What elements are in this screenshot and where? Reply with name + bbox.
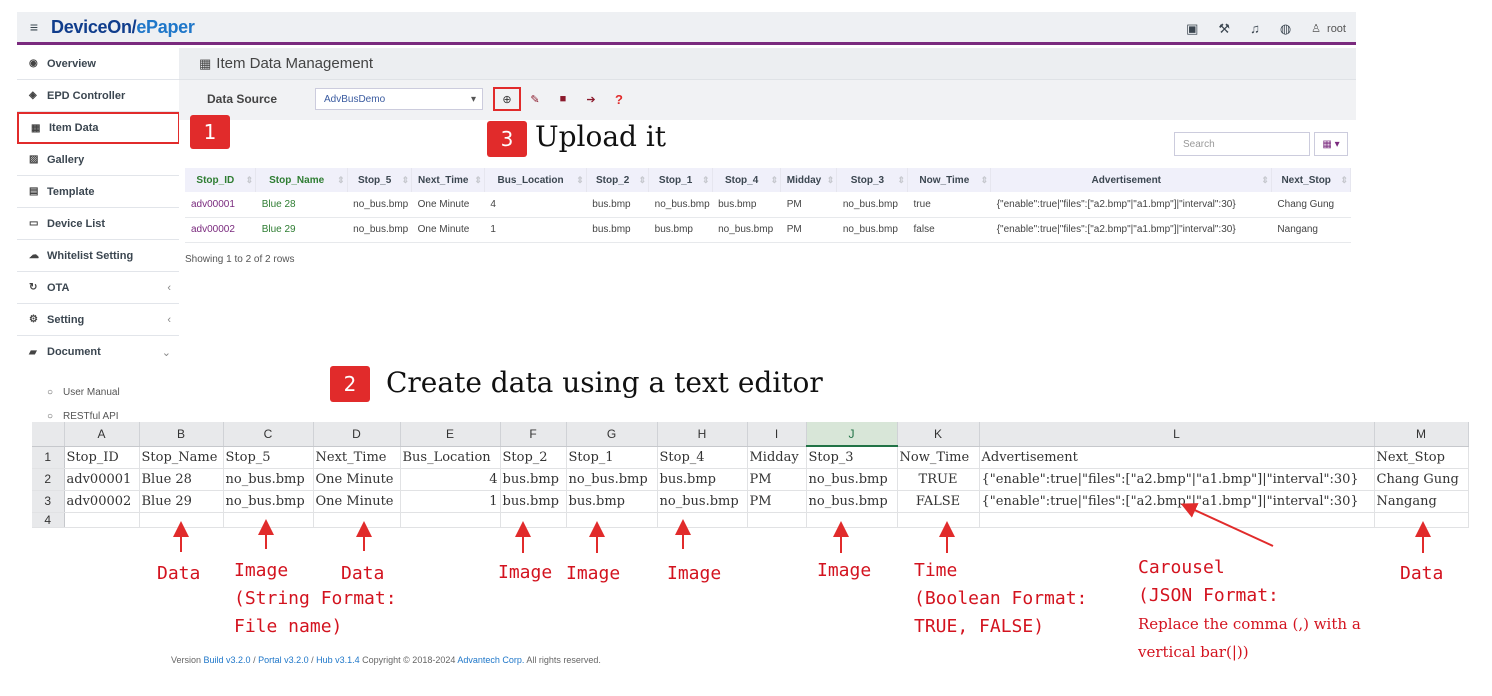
- label-time-k: Time (Boolean Format: TRUE, FALSE): [914, 560, 1088, 637]
- annotation-arrow: [1180, 503, 1274, 547]
- label-data-d: Data: [341, 563, 385, 584]
- label-data-b: Data: [157, 563, 201, 584]
- label-data-m: Data: [1400, 563, 1444, 584]
- label-image-h: Image: [667, 563, 722, 584]
- label-image-j: Image: [817, 560, 872, 581]
- label-image-g: Image: [566, 563, 621, 584]
- label-carousel: Carousel (JSON Format:: [1138, 557, 1279, 606]
- label-image-f: Image: [498, 562, 553, 583]
- label-carousel-note: Replace the comma (,) with a vertical ba…: [1138, 615, 1361, 661]
